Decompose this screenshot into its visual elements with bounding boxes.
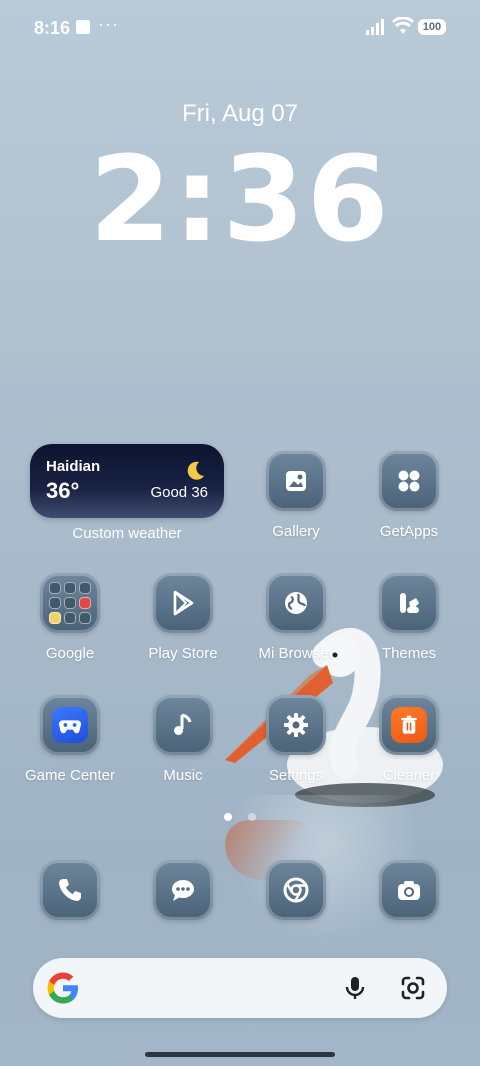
gesture-navigation-handle[interactable] — [145, 1052, 335, 1057]
dock-camera[interactable] — [379, 860, 439, 920]
music-note-icon — [174, 713, 192, 735]
app-label: Gallery — [272, 523, 320, 540]
phone-icon — [59, 879, 81, 901]
app-mi-browser[interactable]: Mi Browser — [246, 573, 346, 683]
lock-date[interactable]: Fri, Aug 07 — [0, 100, 480, 128]
moon-icon — [187, 461, 204, 480]
game-center-tile[interactable] — [40, 695, 100, 755]
home-clock[interactable]: 2:36 — [0, 130, 480, 268]
themes-tile[interactable] — [379, 573, 439, 633]
google-folder-tile[interactable] — [40, 573, 100, 633]
google-search-bar[interactable] — [33, 958, 447, 1018]
dock-messages[interactable] — [153, 860, 213, 920]
folder-app-icon — [49, 597, 61, 609]
messages-tile[interactable] — [153, 860, 213, 920]
weather-widget[interactable]: Haidian 36° Good 36 — [30, 444, 224, 518]
app-label: Music — [163, 767, 203, 784]
app-label: Play Store — [148, 645, 218, 662]
weather-city: Haidian — [46, 458, 101, 475]
trash-icon — [391, 707, 427, 743]
app-label: Themes — [381, 645, 437, 662]
app-music[interactable]: Music — [133, 695, 233, 805]
google-logo-icon — [47, 972, 78, 1004]
status-bar: 8:16 ··· 100 — [0, 0, 480, 56]
getapps-tile[interactable] — [379, 451, 439, 511]
gallery-tile[interactable] — [266, 451, 326, 511]
themes-icon — [400, 593, 419, 613]
google-lens-icon[interactable] — [399, 974, 427, 1002]
folder-app-icon — [79, 612, 91, 624]
messages-icon — [172, 880, 194, 901]
gallery-icon — [286, 471, 306, 491]
music-tile[interactable] — [153, 695, 213, 755]
dock-phone[interactable] — [40, 860, 100, 920]
page-indicator[interactable] — [0, 808, 480, 826]
app-label: Cleaner — [382, 767, 436, 784]
weather-temperature: 36° — [46, 478, 80, 503]
folder-app-icon — [49, 612, 61, 624]
app-getapps[interactable]: GetApps — [359, 451, 459, 561]
play-store-tile[interactable] — [153, 573, 213, 633]
folder-app-icon — [79, 597, 91, 609]
page-dot-active[interactable] — [223, 813, 232, 821]
microphone-icon[interactable] — [341, 974, 369, 1002]
chrome-icon — [283, 877, 309, 903]
weather-aqi: Good 36 — [150, 484, 208, 501]
more-notifications-icon: ··· — [98, 14, 119, 34]
status-time: 8:16 — [34, 18, 71, 38]
app-label: Mi Browser — [258, 645, 334, 662]
chrome-tile[interactable] — [266, 860, 326, 920]
folder-preview-grid — [48, 581, 92, 625]
app-themes[interactable]: Themes — [359, 573, 459, 683]
page-dot[interactable] — [248, 813, 257, 821]
folder-app-icon — [79, 582, 91, 594]
cleaner-tile[interactable] — [379, 695, 439, 755]
app-gallery[interactable]: Gallery — [246, 451, 346, 561]
app-label: Game Center — [24, 767, 116, 784]
app-label: Google — [45, 645, 95, 662]
folder-google[interactable]: Google — [20, 573, 120, 683]
weather-widget-label: Custom weather — [72, 525, 182, 542]
getapps-icon — [398, 470, 420, 492]
app-game-center[interactable]: Game Center — [20, 695, 120, 805]
app-label: Settings — [268, 767, 324, 784]
gear-icon — [284, 713, 308, 737]
app-settings[interactable]: Settings — [246, 695, 346, 805]
phone-tile[interactable] — [40, 860, 100, 920]
folder-app-icon — [64, 597, 76, 609]
app-play-store[interactable]: Play Store — [133, 573, 233, 683]
dock-chrome[interactable] — [266, 860, 326, 920]
camera-icon — [398, 881, 420, 900]
notification-square-icon — [76, 20, 90, 34]
app-label: GetApps — [379, 523, 439, 540]
signal-icon — [366, 19, 384, 35]
wifi-icon — [392, 17, 414, 34]
folder-app-icon — [64, 582, 76, 594]
mi-browser-tile[interactable] — [266, 573, 326, 633]
app-cleaner[interactable]: Cleaner — [359, 695, 459, 805]
globe-icon — [285, 592, 307, 614]
camera-tile[interactable] — [379, 860, 439, 920]
folder-app-icon — [49, 582, 61, 594]
folder-app-icon — [64, 612, 76, 624]
gamepad-icon — [52, 707, 88, 743]
play-store-icon — [173, 590, 194, 616]
battery-icon: 100 — [418, 19, 446, 35]
settings-tile[interactable] — [266, 695, 326, 755]
